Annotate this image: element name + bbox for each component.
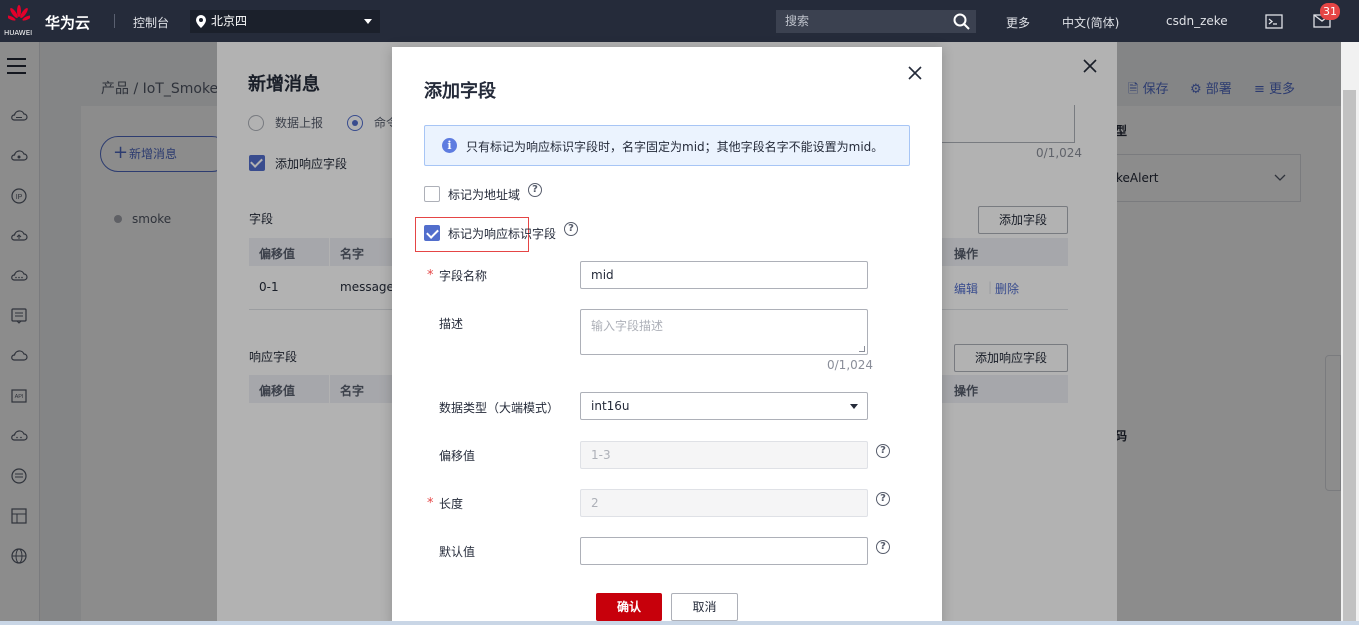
help-icon[interactable]: ? [876,492,890,506]
required-marker: * [427,268,434,283]
resize-handle-icon[interactable] [859,346,865,352]
mark-address-label: 标记为地址域 [448,188,521,202]
region-selector[interactable]: 北京四 [190,10,380,33]
help-icon[interactable]: ? [876,540,890,554]
required-marker: * [427,496,434,511]
length-label: 长度 [439,497,464,511]
field-name-label: 字段名称 [439,269,488,283]
search-placeholder: 搜索 [785,14,810,28]
data-type-label: 数据类型（大端模式） [439,401,560,415]
page-scrollbar[interactable] [1341,42,1359,625]
mark-address-checkbox[interactable] [424,186,440,202]
top-navigation-bar: HUAWEI 华为云 控制台 北京四 搜索 更多 中文(简体) csdn_zek… [0,0,1359,42]
chevron-down-icon [850,404,858,409]
language-selector[interactable]: 中文(简体) [1062,14,1119,31]
search-icon[interactable] [953,13,970,30]
confirm-button[interactable]: 确认 [596,593,662,621]
offset-label: 偏移值 [439,449,476,463]
description-placeholder: 输入字段描述 [591,319,664,333]
info-text: 只有标记为响应标识字段时，名字固定为mid；其他字段名字不能设置为mid。 [466,140,884,154]
cancel-button[interactable]: 取消 [671,593,738,621]
add-field-dialog: 添加字段 i 只有标记为响应标识字段时，名字固定为mid；其他字段名字不能设置为… [392,47,942,625]
default-value-label: 默认值 [439,545,476,559]
info-icon: i [442,138,457,153]
divider [114,14,115,28]
chevron-down-icon [364,19,372,24]
console-link[interactable]: 控制台 [133,14,169,31]
help-icon[interactable]: ? [564,222,578,236]
brand-name[interactable]: 华为云 [45,12,90,33]
field-name-input[interactable]: mid [580,261,868,289]
more-menu[interactable]: 更多 [1006,14,1030,31]
dialog-title: 添加字段 [424,81,496,102]
os-taskbar [0,621,1359,625]
info-alert: i 只有标记为响应标识字段时，名字固定为mid；其他字段名字不能设置为mid。 [424,125,910,166]
user-account[interactable]: csdn_zeke [1166,14,1228,28]
data-type-value: int16u [591,399,630,413]
huawei-flower-icon [8,5,30,21]
default-value-input[interactable] [580,537,868,565]
logo-text: HUAWEI [4,29,33,37]
global-search-input[interactable]: 搜索 [776,10,976,33]
description-textarea[interactable]: 输入字段描述 [580,309,868,355]
offset-input: 1-3 [580,441,868,469]
mark-response-id-label: 标记为响应标识字段 [448,227,557,241]
data-type-select[interactable]: int16u [580,392,868,420]
close-icon[interactable] [908,66,922,80]
region-value: 北京四 [211,14,248,28]
terminal-icon[interactable] [1265,14,1283,29]
scrollbar-thumb[interactable] [1343,90,1356,625]
location-pin-icon [196,15,206,28]
help-icon[interactable]: ? [876,444,890,458]
length-input: 2 [580,489,868,517]
description-counter: 0/1,024 [827,358,874,372]
description-label: 描述 [439,317,464,331]
huawei-logo[interactable]: HUAWEI [4,5,34,39]
mark-response-id-checkbox[interactable] [424,225,440,241]
notification-badge: 31 [1320,3,1340,20]
help-icon[interactable]: ? [528,183,542,197]
